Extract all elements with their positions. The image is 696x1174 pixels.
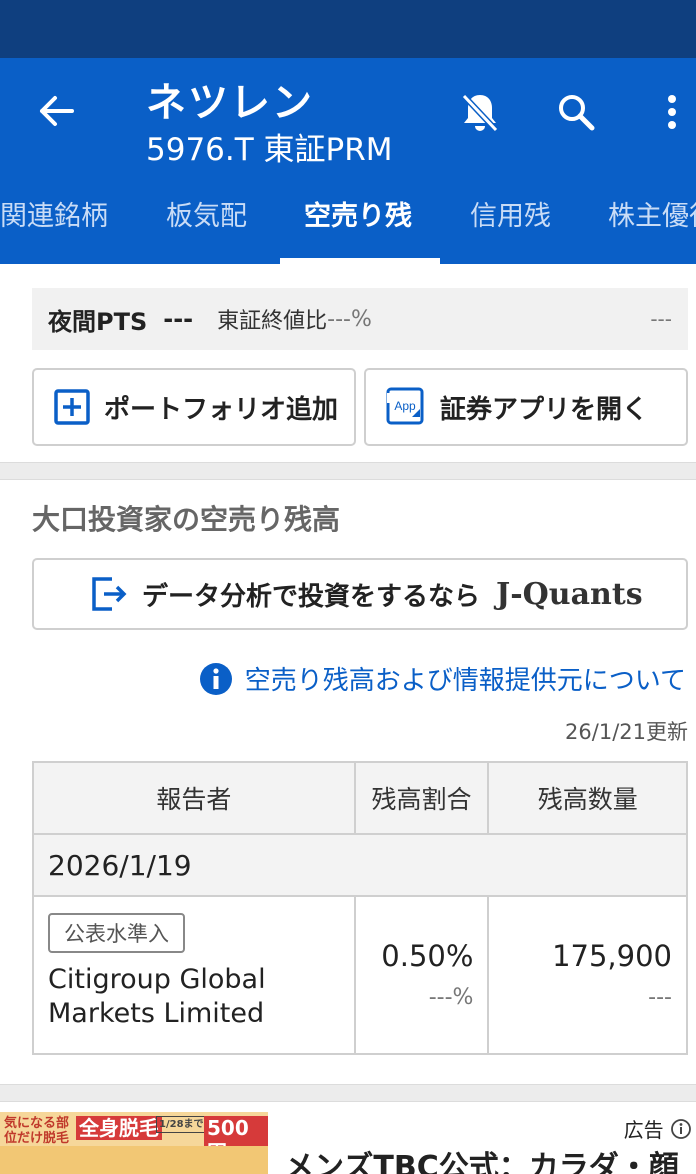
external-link-icon	[92, 577, 127, 611]
tab-margin[interactable]: 信用残	[470, 192, 551, 264]
night-pts-bar: 夜間PTS --- 東証終値比 ---% ---	[32, 288, 688, 350]
open-app-button[interactable]: App 証券アプリを開く	[364, 368, 688, 446]
pts-label: 夜間PTS	[48, 307, 148, 336]
back-arrow-icon	[40, 96, 74, 126]
more-menu-button[interactable]	[648, 88, 696, 136]
more-vertical-icon	[668, 95, 676, 129]
tab-shareholder-benefits[interactable]: 株主優待	[608, 192, 696, 264]
add-portfolio-button[interactable]: ポートフォリオ追加	[32, 368, 356, 446]
open-app-label: 証券アプリを開く	[440, 394, 649, 425]
ad-label[interactable]: 広告	[624, 1114, 692, 1143]
ratio-change: ---%	[428, 985, 474, 1010]
header-reporter: 報告者	[32, 761, 356, 835]
ad-image-lower	[0, 1146, 268, 1174]
updated-date: 26/1/21更新	[565, 720, 688, 744]
jquants-banner-button[interactable]: データ分析で投資をするなら J-Quants	[32, 558, 688, 630]
info-link-text: 空売り残高および情報提供元について	[244, 666, 686, 696]
plus-square-icon	[54, 389, 90, 425]
ratio-value: 0.50%	[381, 939, 474, 973]
info-link[interactable]: 空売り残高および情報提供元について	[199, 660, 686, 697]
ratio-cell: 0.50% ---%	[353, 895, 490, 1055]
ad-banner[interactable]: 気になる部位だけ脱毛 全身脱毛 1/28まで 500円 広告 メンズTBC公式：…	[0, 1112, 696, 1174]
reporter-name: Citigroup Global Markets Limited	[48, 963, 354, 1031]
ad-label-text: 広告	[623, 1118, 664, 1142]
stock-code-market: 5976.T 東証PRM	[146, 132, 393, 168]
section-divider	[0, 462, 696, 480]
ad-image[interactable]: 気になる部位だけ脱毛 全身脱毛 1/28まで 500円	[0, 1112, 268, 1174]
ad-headline[interactable]: メンズTBC公式：カラダ・顔	[284, 1142, 679, 1174]
add-portfolio-label: ポートフォリオ追加	[104, 394, 339, 425]
tab-order-book[interactable]: 板気配	[166, 192, 247, 264]
section-divider	[0, 1084, 696, 1102]
ad-info-icon	[671, 1119, 691, 1139]
table-row: 公表水準入 Citigroup Global Markets Limited 0…	[32, 895, 688, 1055]
tab-short-selling[interactable]: 空売り残	[304, 192, 412, 264]
short-balance-table: 報告者 残高割合 残高数量 2026/1/19 公表水準入 Citigroup …	[32, 761, 688, 1055]
quantity-cell: 175,900 ---	[487, 895, 688, 1055]
status-bar	[0, 0, 696, 58]
pts-compare-value: ---%	[327, 306, 372, 332]
info-icon	[199, 662, 232, 695]
app-header: ネツレン 5976.T 東証PRM 関連銘柄 板気配 空売り残 信用残 株主優待	[0, 58, 696, 264]
header-ratio: 残高割合	[353, 761, 490, 835]
header-quantity: 残高数量	[487, 761, 688, 835]
pts-right-value: ---	[650, 307, 672, 331]
search-icon	[559, 95, 595, 131]
stock-name: ネツレン	[146, 80, 314, 126]
reporter-name-line2: Markets Limited	[48, 998, 265, 1029]
pts-compare-label: 東証終値比	[217, 309, 328, 334]
search-button[interactable]	[552, 88, 600, 136]
ad-chip-1: 気になる部位だけ脱毛	[4, 1116, 70, 1146]
app-icon-text: App	[394, 399, 416, 413]
table-header-row: 報告者 残高割合 残高数量	[32, 761, 688, 835]
ad-chip-4: 1/28まで	[156, 1116, 207, 1133]
tab-bar: 関連銘柄 板気配 空売り残 信用残 株主優待	[0, 192, 696, 264]
jquants-promo-text: データ分析で投資をするなら	[142, 581, 481, 612]
notification-off-button[interactable]	[456, 88, 504, 136]
section-title: 大口投資家の空売り残高	[32, 503, 341, 536]
quantity-value: 175,900	[552, 939, 672, 973]
disclosure-badge: 公表水準入	[48, 913, 185, 953]
date-row: 2026/1/19	[32, 833, 688, 897]
reporter-name-line1: Citigroup Global	[48, 964, 266, 995]
pts-value: ---	[163, 305, 194, 333]
back-button[interactable]	[34, 88, 80, 134]
reporter-cell: 公表水準入 Citigroup Global Markets Limited	[32, 895, 356, 1055]
report-date: 2026/1/19	[32, 833, 688, 897]
bell-off-icon	[461, 93, 499, 133]
quantity-change: ---	[648, 985, 672, 1010]
jquants-logo: J-Quants	[496, 576, 643, 612]
active-tab-indicator	[280, 258, 440, 264]
ad-chip-2: 全身脱毛	[76, 1116, 162, 1140]
app-icon: App	[386, 387, 424, 425]
tab-related-stocks[interactable]: 関連銘柄	[0, 192, 108, 264]
